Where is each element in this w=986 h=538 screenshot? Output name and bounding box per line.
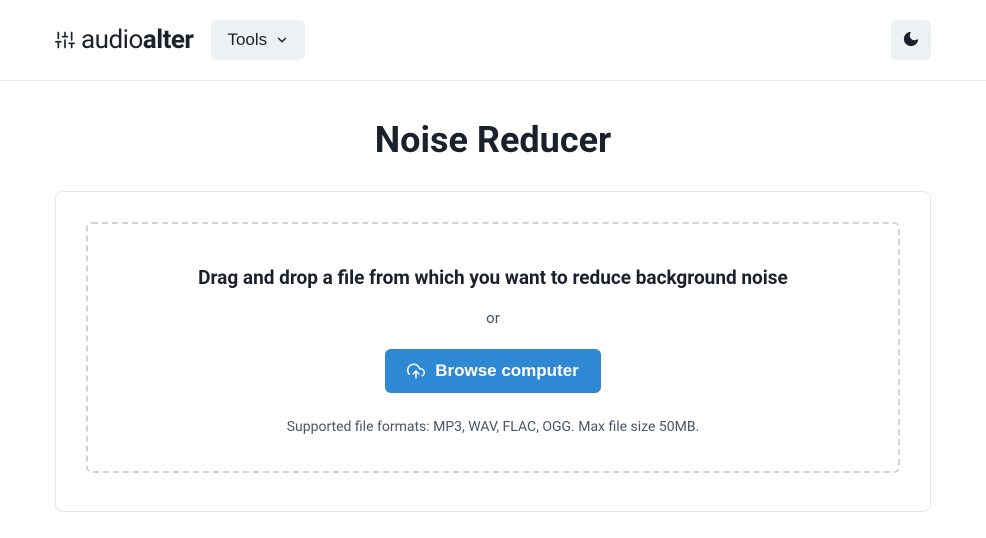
sliders-icon [55,30,75,50]
logo-text: audioalter [81,25,193,55]
chevron-down-icon [275,33,289,47]
tools-label: Tools [227,30,267,50]
cloud-upload-icon [407,362,425,380]
dropzone-instruction: Drag and drop a file from which you want… [198,266,788,289]
moon-icon [902,30,920,51]
page-title: Noise Reducer [0,119,986,161]
header-left: audioalter Tools [55,20,305,60]
supported-formats-text: Supported file formats: MP3, WAV, FLAC, … [287,419,700,435]
logo-link[interactable]: audioalter [55,25,193,55]
dropzone-or-label: or [486,309,500,327]
theme-toggle-button[interactable] [891,20,931,60]
header: audioalter Tools [0,0,986,81]
browse-button-label: Browse computer [435,361,579,381]
browse-computer-button[interactable]: Browse computer [385,349,601,393]
upload-card: Drag and drop a file from which you want… [55,191,931,512]
dropzone[interactable]: Drag and drop a file from which you want… [86,222,900,473]
tools-dropdown-button[interactable]: Tools [211,20,305,60]
